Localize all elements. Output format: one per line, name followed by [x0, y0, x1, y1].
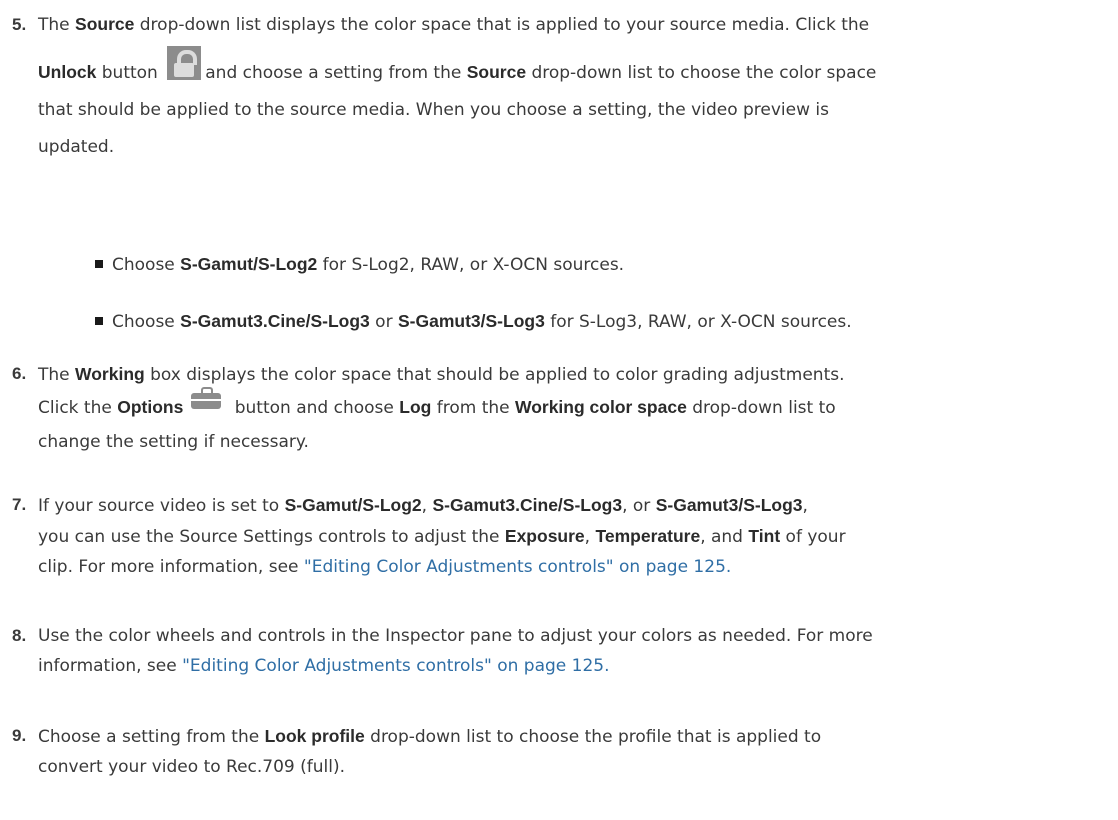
step-number: 7. — [12, 495, 27, 514]
step-line: information, see "Editing Color Adjustme… — [38, 656, 610, 676]
step-6: 6. The Working box displays the color sp… — [12, 359, 1113, 457]
step-line: The Working box displays the color space… — [38, 364, 845, 385]
step-line: clip. For more information, see "Editing… — [38, 557, 732, 577]
step-number: 9. — [12, 726, 27, 745]
step-number: 6. — [12, 364, 27, 383]
editing-color-adjustments-link[interactable]: "Editing Color Adjustments controls" on … — [304, 557, 731, 577]
step-8: 8. Use the color wheels and controls in … — [12, 621, 1113, 681]
bullet-marker — [95, 317, 103, 325]
step-line: you can use the Source Settings controls… — [38, 526, 846, 547]
step-number: 5. — [12, 15, 27, 34]
list-item: Choose S-Gamut/S-Log2 for S-Log2, RAW, o… — [95, 249, 1112, 280]
editing-color-adjustments-link[interactable]: "Editing Color Adjustments controls" on … — [182, 656, 609, 676]
list-item: Choose S-Gamut3.Cine/S-Log3 or S-Gamut3/… — [95, 306, 1112, 337]
step-line: If your source video is set to S-Gamut/S… — [38, 495, 808, 516]
step-line: change the setting if necessary. — [38, 432, 309, 452]
step-line: that should be applied to the source med… — [38, 100, 829, 120]
step-9: 9. Choose a setting from the Look profil… — [12, 721, 1113, 782]
step-7: 7. If your source video is set to S-Gamu… — [12, 490, 1113, 582]
step-number: 8. — [12, 626, 27, 645]
step-line: Click the Options button and choose Log … — [38, 387, 1113, 423]
step-line: Choose a setting from the Look profile d… — [38, 726, 822, 747]
bullet-marker — [95, 260, 103, 268]
toolbox-icon — [191, 387, 222, 409]
unlock-label: Unlock — [38, 62, 97, 82]
step-line: Use the color wheels and controls in the… — [38, 626, 873, 646]
step-line: convert your video to Rec.709 (full). — [38, 757, 346, 777]
step-line: The Source drop-down list displays the c… — [38, 14, 870, 35]
lock-icon — [167, 46, 202, 80]
step-line: Unlock button and choose a setting from … — [38, 46, 1113, 92]
step-line: updated. — [38, 137, 115, 157]
step-5: 5. The Source drop-down list displays th… — [12, 6, 1113, 166]
